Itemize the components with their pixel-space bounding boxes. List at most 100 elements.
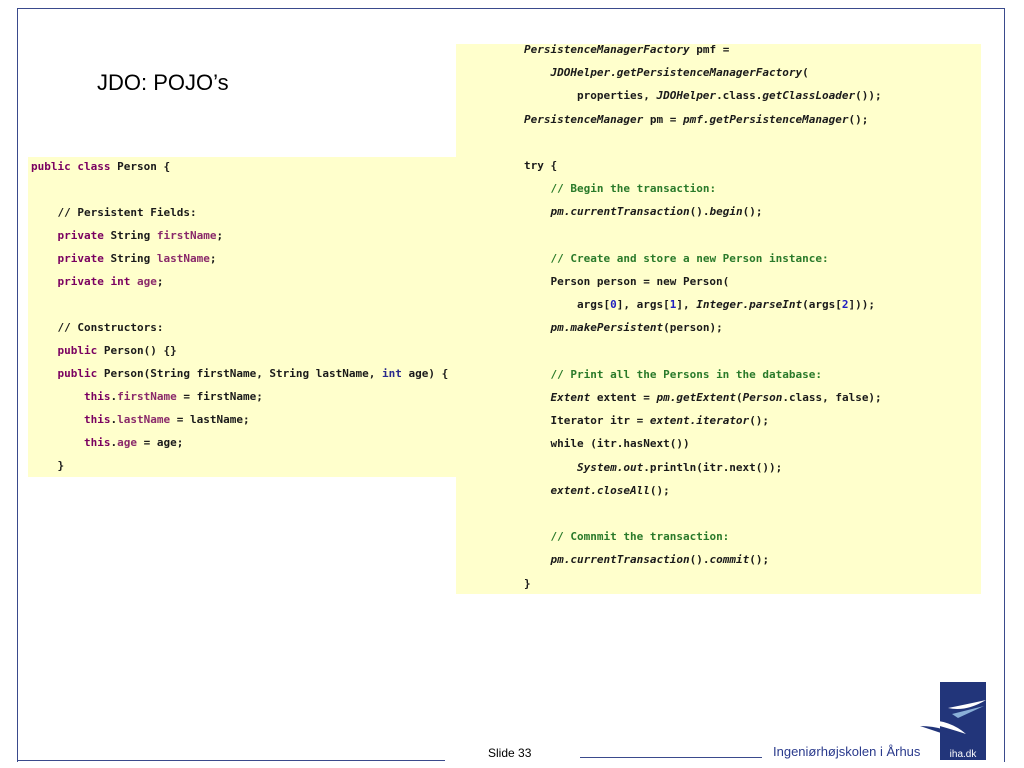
slide-number: Slide 33	[488, 746, 532, 760]
code-token: ();	[749, 414, 770, 428]
code-token: extent.closeAll	[550, 483, 650, 497]
code-line: }	[524, 576, 531, 599]
code-token: this	[83, 436, 111, 449]
code-token: getClassLoader	[762, 89, 856, 103]
code-token: private	[57, 229, 104, 242]
code-line: public class Person {	[31, 159, 170, 182]
organization-name: Ingeniørhøjskolen i Århus	[773, 744, 921, 759]
code-token: (	[735, 391, 743, 404]
code-token: 0	[610, 298, 617, 312]
code-token: public class	[31, 160, 111, 173]
code-token: = firstName;	[176, 390, 263, 403]
code-line: public Person(String firstName, String l…	[31, 366, 449, 389]
code-token: }	[31, 459, 65, 472]
code-token: firstName	[156, 229, 217, 242]
code-token: String	[103, 229, 157, 242]
code-token: age	[136, 275, 157, 288]
code-line: this.firstName = firstName;	[31, 389, 263, 412]
code-line: try {	[524, 158, 557, 181]
code-line: public Person() {}	[31, 343, 177, 366]
code-token: (args[	[802, 298, 842, 312]
code-token: // Print all the Persons in the database…	[550, 367, 823, 381]
code-token: args[	[524, 298, 611, 312]
code-line: while (itr.hasNext())	[524, 436, 690, 459]
footer-rule-middle	[580, 757, 762, 758]
code-token: pm.makePersistent	[550, 321, 664, 335]
code-token: // Persistent Fields:	[31, 206, 197, 219]
code-token: pm.getExtent	[656, 391, 736, 404]
code-token: ());	[855, 89, 882, 103]
code-line: PersistenceManager pm = pmf.getPersisten…	[524, 112, 868, 135]
code-token: this	[83, 413, 111, 426]
code-token: pm =	[643, 112, 683, 126]
code-token: private	[57, 252, 104, 265]
slide-title: JDO: POJO’s	[97, 70, 229, 95]
code-token: = age;	[136, 436, 184, 449]
code-line: pm.makePersistent(person);	[524, 320, 723, 343]
code-token: ;	[209, 252, 217, 265]
code-token: Person	[742, 391, 783, 404]
code-token: public	[57, 344, 98, 357]
code-token: ();	[749, 553, 770, 567]
code-token: properties,	[524, 89, 657, 103]
logo-text: iha.dk	[950, 749, 978, 760]
code-line: System.out.println(itr.next());	[524, 460, 782, 483]
code-line: properties, JDOHelper.class.getClassLoad…	[524, 88, 882, 111]
code-token: JDOHelper	[656, 89, 717, 103]
code-token: pmf.getPersistenceManager	[682, 112, 849, 126]
code-token: System.out	[576, 460, 644, 474]
code-line: }	[31, 458, 64, 481]
code-token: 2	[841, 298, 849, 312]
code-token: lastName	[117, 413, 171, 426]
code-token: commit	[709, 553, 750, 567]
code-token: Integer.parseInt	[696, 298, 803, 312]
code-token: ();	[649, 483, 670, 497]
code-token: PersistenceManager	[524, 112, 644, 126]
code-token: Extent	[550, 391, 591, 404]
code-token: pmf =	[689, 43, 730, 56]
code-token: age) {	[401, 367, 449, 380]
code-token: (person);	[663, 321, 723, 335]
code-token: (	[802, 66, 809, 80]
code-line: pm.currentTransaction().commit();	[524, 552, 770, 575]
person-class-code-block: public class Person { // Persistent Fiel…	[28, 157, 484, 477]
code-token: Person {	[110, 160, 171, 173]
code-line: JDOHelper.getPersistenceManagerFactory(	[524, 65, 809, 88]
code-token: .class, false);	[782, 391, 882, 404]
code-line: // Print all the Persons in the database…	[524, 367, 823, 390]
code-token: // Constructors:	[31, 321, 164, 334]
code-token: ();	[742, 205, 763, 219]
code-token: firstName	[117, 390, 177, 403]
code-token: begin	[709, 205, 743, 219]
code-line: this.age = age;	[31, 435, 183, 458]
code-token: = lastName;	[170, 413, 250, 426]
code-line: this.lastName = lastName;	[31, 412, 250, 435]
code-token: .println(itr.next());	[643, 460, 783, 474]
code-line: args[0], args[1], Integer.parseInt(args[…	[524, 297, 875, 320]
code-line: Iterator itr = extent.iterator();	[524, 413, 769, 436]
code-token: ]));	[848, 298, 876, 312]
code-line: pm.currentTransaction().begin();	[524, 204, 763, 227]
code-token: while (itr.hasNext())	[524, 437, 690, 451]
code-token: pm.currentTransaction	[550, 553, 690, 567]
code-token: ;	[216, 229, 224, 242]
code-token: this	[83, 390, 111, 403]
code-line: private String firstName;	[31, 228, 224, 251]
